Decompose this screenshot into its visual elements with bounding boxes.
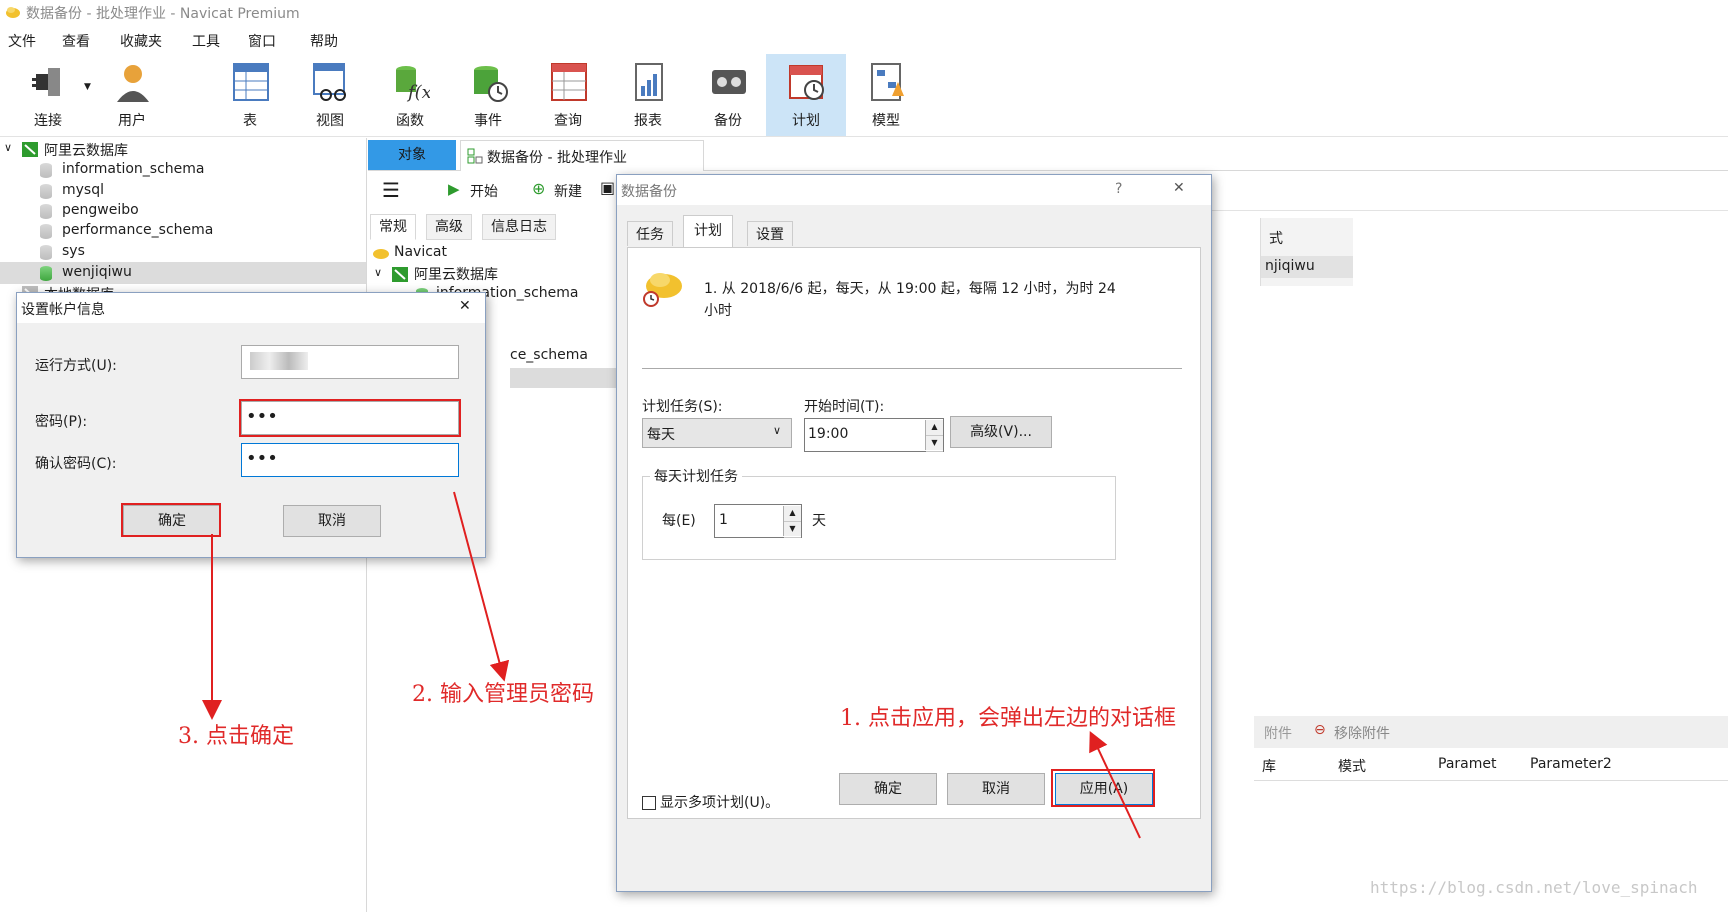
- annotation-arrows: [202, 491, 1141, 839]
- annotation-step-3: 3. 点击确定: [178, 724, 294, 749]
- annotation-step-2: 2. 输入管理员密码: [412, 682, 594, 707]
- arrow-to-apply: [1089, 730, 1141, 839]
- arrow-to-password: [453, 491, 510, 682]
- watermark: https://blog.csdn.net/love_spinach: [1370, 878, 1698, 897]
- annotation-step-1: 1. 点击应用，会弹出左边的对话框: [840, 706, 1176, 731]
